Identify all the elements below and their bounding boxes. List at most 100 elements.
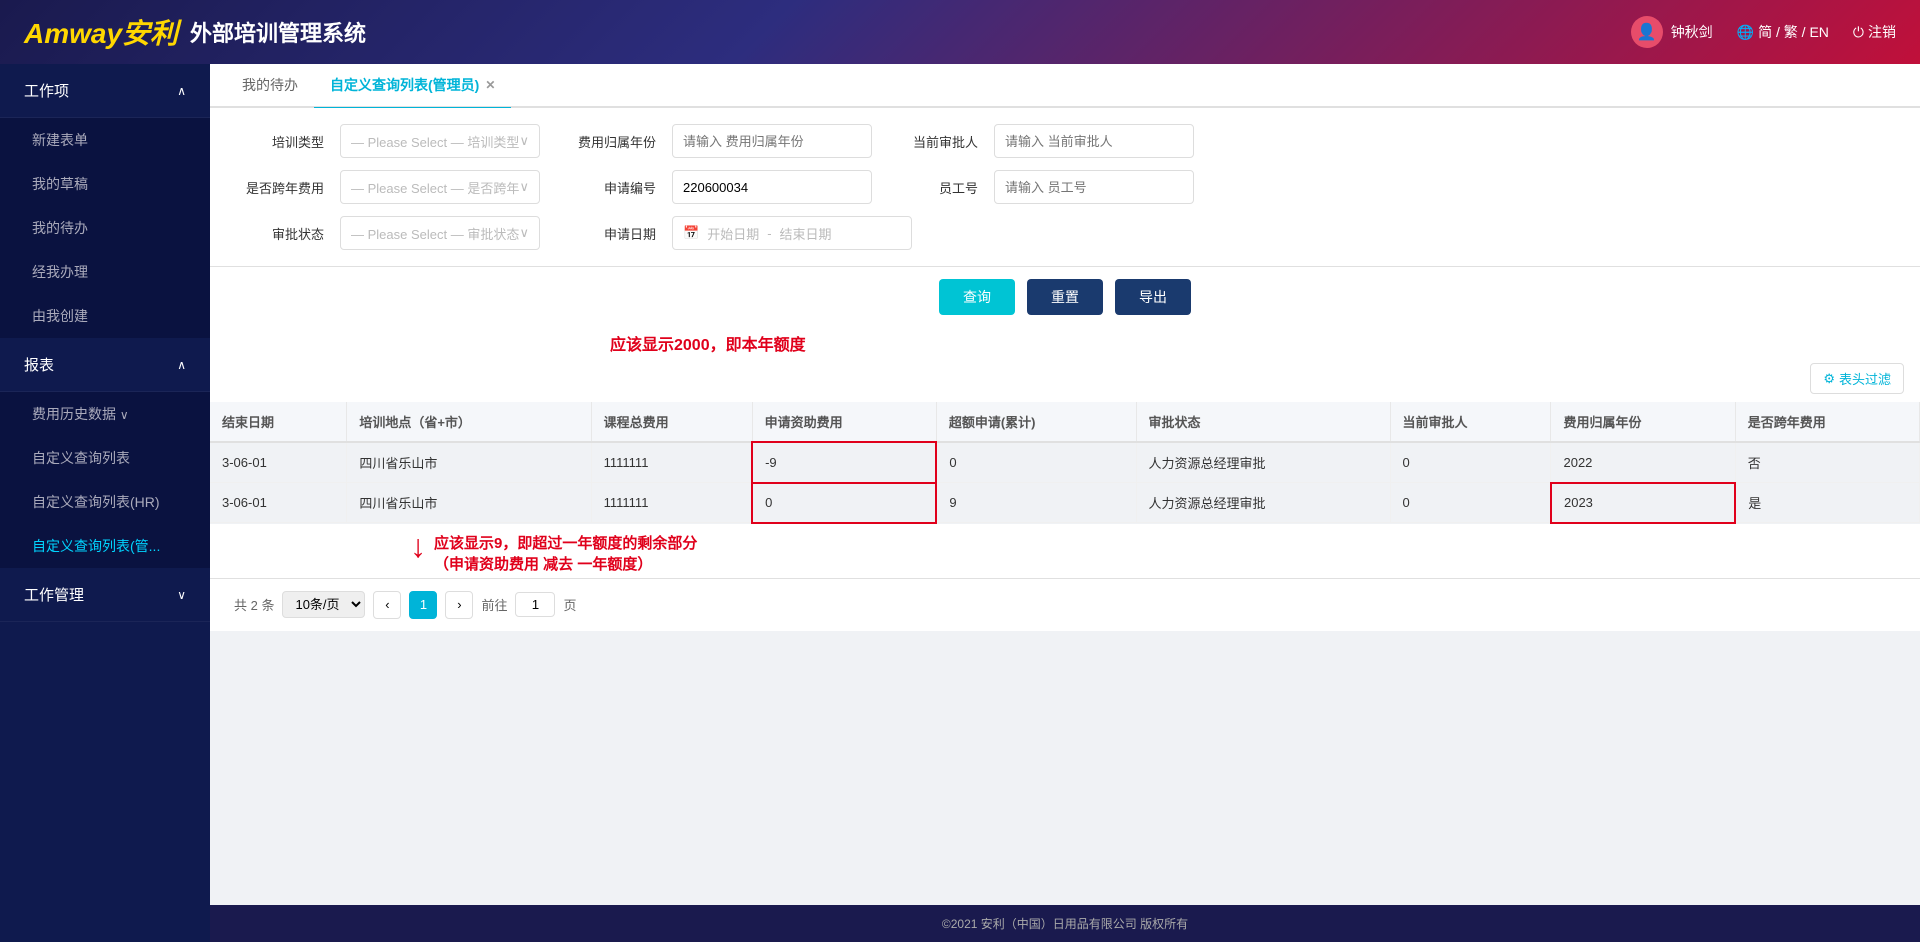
filter-area: 培训类型 — Please Select — 培训类型 ∨ 费用归属年份 当前审… <box>210 108 1920 267</box>
tab-custom-list-mgr-label: 自定义查询列表(管理员) <box>330 75 479 95</box>
col-location: 培训地点（省+市） <box>347 402 591 442</box>
query-button[interactable]: 查询 <box>939 279 1015 315</box>
amway-logo: Amway安利 <box>24 12 178 52</box>
sidebar-item-new-form[interactable]: 新建表单 <box>0 118 210 162</box>
sidebar-sub-report: 费用历史数据 ∨ 自定义查询列表 自定义查询列表(HR) 自定义查询列表(管..… <box>0 392 210 568</box>
cell-current-approver-1: 0 <box>1390 442 1551 483</box>
lang-label: 简 / 繁 / EN <box>1758 22 1829 42</box>
app-title: 外部培训管理系统 <box>190 16 366 48</box>
chevron-up-icon-2: ∧ <box>177 358 186 372</box>
data-table-container: 结束日期 培训地点（省+市） 课程总费用 申请资助费用 超额申请(累计) 审批状… <box>210 402 1920 524</box>
goto-label: 前往 <box>481 595 507 614</box>
table-header-row: 结束日期 培训地点（省+市） 课程总费用 申请资助费用 超额申请(累计) 审批状… <box>210 402 1920 442</box>
employee-id-input[interactable] <box>994 170 1194 204</box>
sidebar-item-my-created[interactable]: 由我创建 <box>0 294 210 338</box>
date-range-input[interactable]: 📅 开始日期 - 结束日期 <box>672 216 912 250</box>
content-area: 我的待办 自定义查询列表(管理员) ✕ 培训类型 — Please Select… <box>210 64 1920 942</box>
approval-status-placeholder: — Please Select — 审批状态 <box>351 224 519 243</box>
tab-my-pending-label: 我的待办 <box>242 75 298 95</box>
pagination: 共 2 条 10条/页 20条/页 50条/页 ‹ 1 › 前往 页 <box>210 578 1920 631</box>
cell-overquota-2: 9 <box>936 483 1136 523</box>
top-annotation-area: 应该显示2000，即本年额度 <box>210 327 1920 355</box>
sidebar-item-cost-history[interactable]: 费用历史数据 ∨ <box>0 392 210 436</box>
current-approver-input[interactable] <box>994 124 1194 158</box>
sidebar-work-mgmt-label: 工作管理 <box>24 584 84 605</box>
app-date-label: 申请日期 <box>556 224 656 243</box>
approval-status-select[interactable]: — Please Select — 审批状态 ∨ <box>340 216 540 250</box>
chevron-down-icon: ∨ <box>120 408 129 422</box>
app-header: Amway安利 外部培训管理系统 👤 钟秋剑 🌐 简 / 繁 / EN ⏻ 注销 <box>0 0 1920 64</box>
sidebar-item-report[interactable]: 报表 ∧ <box>0 338 210 392</box>
col-cost-year: 费用归属年份 <box>1551 402 1735 442</box>
sidebar-item-custom-list-mgr[interactable]: 自定义查询列表(管... <box>0 524 210 568</box>
language-switcher[interactable]: 🌐 简 / 繁 / EN <box>1737 22 1829 42</box>
tab-close-icon[interactable]: ✕ <box>485 78 495 92</box>
table-header-bar: ⚙ 表头过滤 <box>210 355 1920 402</box>
page-footer: ©2021 安利（中国）日用品有限公司 版权所有 <box>210 905 1920 942</box>
bottom-annotation-line2: （申请资助费用 减去 一年额度） <box>434 553 697 574</box>
app-number-input[interactable] <box>672 170 872 204</box>
sidebar-item-my-pending[interactable]: 我的待办 <box>0 206 210 250</box>
tab-custom-list-mgr[interactable]: 自定义查询列表(管理员) ✕ <box>314 64 511 109</box>
logout-button[interactable]: ⏻ 注销 <box>1853 22 1896 42</box>
user-menu[interactable]: 👤 钟秋剑 <box>1631 16 1713 48</box>
globe-icon: 🌐 <box>1737 24 1754 41</box>
col-current-approver: 当前审批人 <box>1390 402 1551 442</box>
content-scroll: 培训类型 — Please Select — 培训类型 ∨ 费用归属年份 当前审… <box>210 108 1920 905</box>
sidebar-item-my-draft[interactable]: 我的草稿 <box>0 162 210 206</box>
export-button[interactable]: 导出 <box>1115 279 1191 315</box>
cell-cross-year-1: 否 <box>1735 442 1919 483</box>
tab-my-pending[interactable]: 我的待办 <box>226 64 314 109</box>
col-overquota: 超额申请(累计) <box>936 402 1136 442</box>
page-unit: 页 <box>563 595 576 614</box>
goto-page-input[interactable] <box>515 592 555 617</box>
power-icon: ⏻ <box>1853 24 1864 41</box>
approval-status-chevron: ∨ <box>519 225 529 241</box>
next-page-button[interactable]: › <box>445 591 473 619</box>
cell-total-cost-1: 1111111 <box>591 442 752 483</box>
user-avatar: 👤 <box>1631 16 1663 48</box>
app-number-label: 申请编号 <box>556 178 656 197</box>
sidebar-work-items-label: 工作项 <box>24 80 69 101</box>
date-end-placeholder: 结束日期 <box>780 224 832 243</box>
cell-end-date-2: 3-06-01 <box>210 483 347 523</box>
cell-end-date-1: 3-06-01 <box>210 442 347 483</box>
sidebar-item-custom-list-hr[interactable]: 自定义查询列表(HR) <box>0 480 210 524</box>
chevron-up-icon: ∧ <box>177 84 186 98</box>
training-type-select[interactable]: — Please Select — 培训类型 ∨ <box>340 124 540 158</box>
training-type-chevron: ∨ <box>519 133 529 149</box>
col-cross-year: 是否跨年费用 <box>1735 402 1919 442</box>
table-row: 3-06-01 四川省乐山市 1111111 -9 0 人力资源总经理审批 0 … <box>210 442 1920 483</box>
tab-bar: 我的待办 自定义查询列表(管理员) ✕ <box>210 64 1920 108</box>
page-size-select[interactable]: 10条/页 20条/页 50条/页 <box>282 591 365 618</box>
chevron-down-icon-3: ∨ <box>177 588 186 602</box>
cost-year-label: 费用归属年份 <box>556 132 656 151</box>
col-total-cost: 课程总费用 <box>591 402 752 442</box>
footer-text: ©2021 安利（中国）日用品有限公司 版权所有 <box>942 917 1188 931</box>
cross-year-label: 是否跨年费用 <box>234 178 324 197</box>
reset-button[interactable]: 重置 <box>1027 279 1103 315</box>
sidebar-item-custom-list[interactable]: 自定义查询列表 <box>0 436 210 480</box>
page-1-button[interactable]: 1 <box>409 591 437 619</box>
arrow-down-icon: ↓ <box>410 528 426 565</box>
cross-year-select[interactable]: — Please Select — 是否跨年 ∨ <box>340 170 540 204</box>
sidebar-item-work-mgmt[interactable]: 工作管理 ∨ <box>0 568 210 622</box>
header-right-area: 👤 钟秋剑 🌐 简 / 繁 / EN ⏻ 注销 <box>1631 16 1896 48</box>
sidebar-item-work-items[interactable]: 工作项 ∧ <box>0 64 210 118</box>
cost-year-input[interactable] <box>672 124 872 158</box>
cell-overquota-1: 0 <box>936 442 1136 483</box>
date-separator: - <box>767 226 771 241</box>
table-row: 3-06-01 四川省乐山市 1111111 0 9 人力资源总经理审批 0 2… <box>210 483 1920 523</box>
filter-cols-button[interactable]: ⚙ 表头过滤 <box>1810 363 1904 394</box>
header-logo-area: Amway安利 外部培训管理系统 <box>24 12 366 52</box>
cell-location-2: 四川省乐山市 <box>347 483 591 523</box>
cell-location-1: 四川省乐山市 <box>347 442 591 483</box>
cell-current-approver-2: 0 <box>1390 483 1551 523</box>
cross-year-chevron: ∨ <box>519 179 529 195</box>
date-start-placeholder: 开始日期 <box>707 224 759 243</box>
sidebar-item-my-done[interactable]: 经我办理 <box>0 250 210 294</box>
col-apply-cost: 申请资助费用 <box>752 402 936 442</box>
prev-page-button[interactable]: ‹ <box>373 591 401 619</box>
col-approval-status: 审批状态 <box>1136 402 1390 442</box>
cross-year-placeholder: — Please Select — 是否跨年 <box>351 178 519 197</box>
